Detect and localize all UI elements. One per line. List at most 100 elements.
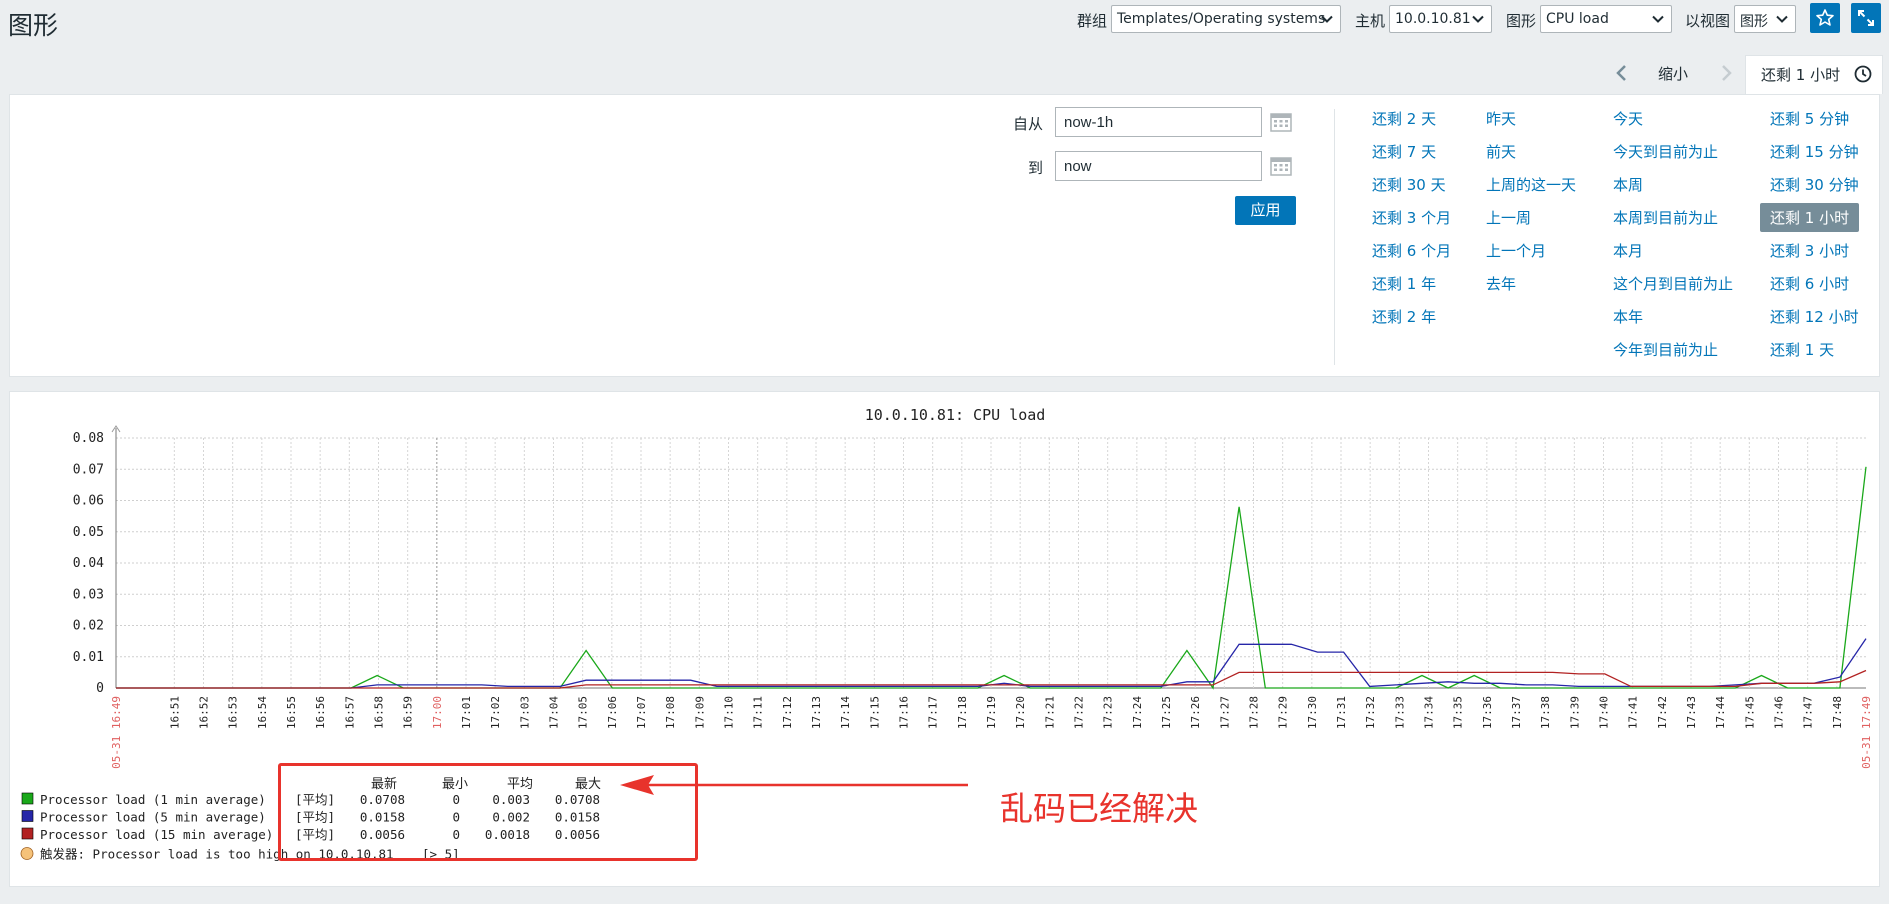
quick-link-0-3[interactable]: 还剩 3 个月 — [1372, 207, 1451, 228]
x-tick-label: 16:54 — [256, 696, 269, 729]
x-tick-label: 17:11 — [752, 696, 765, 729]
quick-link-2-7[interactable]: 今年到目前为止 — [1613, 339, 1718, 360]
quick-link-3-6[interactable]: 还剩 12 小时 — [1770, 306, 1859, 327]
x-tick-label: 17:00 — [431, 696, 444, 729]
quick-link-1-0[interactable]: 昨天 — [1486, 108, 1516, 129]
x-tick-label: 17:26 — [1189, 696, 1202, 729]
quick-link-3-1[interactable]: 还剩 15 分钟 — [1770, 141, 1859, 162]
chevron-down-icon — [1472, 15, 1484, 23]
x-tick-label: 16:59 — [402, 696, 415, 729]
x-tick-label: 17:45 — [1743, 696, 1756, 729]
quick-link-2-5[interactable]: 这个月到目前为止 — [1613, 273, 1733, 294]
legend-series-name: Processor load (5 min average) — [40, 810, 266, 825]
quick-link-3-4[interactable]: 还剩 3 小时 — [1770, 240, 1849, 261]
legend-series-name: Processor load (15 min average) — [40, 827, 273, 842]
annotation-arrow — [620, 775, 968, 795]
chart-title: 10.0.10.81: CPU load — [865, 406, 1046, 424]
favorite-button[interactable] — [1810, 3, 1840, 33]
x-tick-label: 17:27 — [1218, 696, 1231, 729]
quick-link-2-4[interactable]: 本月 — [1613, 240, 1643, 261]
from-input[interactable] — [1055, 107, 1262, 137]
x-tick-label: 17:30 — [1306, 696, 1319, 729]
time-navigation: 缩小 还剩 1 小时 — [0, 55, 1889, 94]
quick-link-3-3[interactable]: 还剩 1 小时 — [1760, 203, 1860, 232]
x-tick-label: 17:22 — [1073, 696, 1086, 729]
graph-label: 图形 — [1506, 12, 1537, 30]
host-label: 主机 — [1355, 12, 1386, 30]
quick-link-3-7[interactable]: 还剩 1 天 — [1770, 339, 1834, 360]
x-tick-label: 17:31 — [1335, 696, 1348, 729]
quick-link-2-0[interactable]: 今天 — [1613, 108, 1643, 129]
group-label: 群组 — [1077, 12, 1108, 30]
quick-link-2-6[interactable]: 本年 — [1613, 306, 1643, 327]
calendar-icon[interactable] — [1269, 111, 1293, 133]
chevron-right-icon[interactable] — [1716, 63, 1736, 83]
zoom-out-button[interactable]: 缩小 — [1658, 63, 1688, 84]
quick-link-2-3[interactable]: 本周到目前为止 — [1613, 207, 1718, 228]
chevron-down-icon — [1776, 15, 1788, 23]
from-label: 自从 — [1013, 115, 1044, 133]
x-tick-label: 17:42 — [1656, 696, 1669, 729]
x-tick-label: 17:14 — [839, 696, 852, 729]
quick-link-1-2[interactable]: 上周的这一天 — [1486, 174, 1576, 195]
x-tick-label: 16:52 — [198, 696, 211, 729]
x-tick-label: 17:35 — [1452, 696, 1465, 729]
x-tick-label: 17:04 — [548, 696, 561, 729]
y-tick-label: 0.05 — [73, 525, 104, 540]
x-tick-label: 17:21 — [1043, 696, 1056, 729]
page-header: 图形 群组 Templates/Operating systems 主机 10.… — [0, 0, 1889, 44]
quick-link-1-1[interactable]: 前天 — [1486, 141, 1516, 162]
x-tick-label: 17:39 — [1568, 696, 1581, 729]
x-tick-label: 17:19 — [985, 696, 998, 729]
calendar-icon[interactable] — [1269, 155, 1293, 177]
x-tick-label: 17:03 — [518, 696, 531, 729]
x-tick-label: 17:41 — [1627, 696, 1640, 729]
quick-link-0-6[interactable]: 还剩 2 年 — [1372, 306, 1436, 327]
quick-link-0-2[interactable]: 还剩 30 天 — [1372, 174, 1446, 195]
quick-link-0-0[interactable]: 还剩 2 天 — [1372, 108, 1436, 129]
quick-link-3-5[interactable]: 还剩 6 小时 — [1770, 273, 1849, 294]
x-tick-label: 17:15 — [868, 696, 881, 729]
quick-link-0-1[interactable]: 还剩 7 天 — [1372, 141, 1436, 162]
x-tick-label: 17:10 — [723, 696, 736, 729]
chevron-down-icon — [1652, 15, 1664, 23]
x-tick-label: 17:18 — [956, 696, 969, 729]
group-select[interactable]: Templates/Operating systems — [1111, 5, 1341, 33]
quick-link-2-1[interactable]: 今天到目前为止 — [1613, 141, 1718, 162]
tab-time-range[interactable]: 还剩 1 小时 — [1745, 55, 1883, 94]
y-tick-label: 0.01 — [73, 650, 104, 665]
graph-select[interactable]: CPU load — [1540, 5, 1672, 33]
x-tick-label: 17:12 — [781, 696, 794, 729]
chevron-left-icon[interactable] — [1612, 63, 1632, 83]
x-tick-label: 17:09 — [693, 696, 706, 729]
quick-link-1-3[interactable]: 上一周 — [1486, 207, 1531, 228]
y-tick-label: 0.04 — [73, 556, 104, 571]
clock-icon — [1854, 65, 1872, 83]
quick-link-1-5[interactable]: 去年 — [1486, 273, 1516, 294]
quick-link-2-2[interactable]: 本周 — [1613, 174, 1643, 195]
apply-button[interactable]: 应用 — [1235, 196, 1296, 225]
x-tick-label: 17:47 — [1802, 696, 1815, 729]
group-select-value: Templates/Operating systems — [1117, 11, 1326, 27]
host-select[interactable]: 10.0.10.81 — [1389, 5, 1492, 33]
quick-link-3-2[interactable]: 还剩 30 分钟 — [1770, 174, 1859, 195]
trigger-icon — [20, 847, 34, 860]
quick-link-3-0[interactable]: 还剩 5 分钟 — [1770, 108, 1849, 129]
view-select[interactable]: 图形 — [1734, 5, 1796, 33]
quick-link-1-4[interactable]: 上一个月 — [1486, 240, 1546, 261]
chevron-down-icon — [1321, 15, 1333, 23]
quick-link-0-5[interactable]: 还剩 1 年 — [1372, 273, 1436, 294]
quick-link-0-4[interactable]: 还剩 6 个月 — [1372, 240, 1451, 261]
x-tick-label: 17:44 — [1714, 696, 1727, 729]
x-end-label: 05-31 17:49 — [1860, 696, 1873, 769]
x-tick-label: 17:25 — [1160, 696, 1173, 729]
legend-swatch — [21, 827, 34, 840]
x-tick-label: 17:40 — [1598, 696, 1611, 729]
view-label: 以视图 — [1685, 12, 1731, 30]
fullscreen-button[interactable] — [1851, 3, 1881, 33]
to-input[interactable] — [1055, 151, 1262, 181]
legend-series-name: Processor load (1 min average) — [40, 792, 266, 807]
x-tick-label: 16:56 — [314, 696, 327, 729]
y-tick-label: 0 — [96, 681, 104, 696]
x-tick-label: 17:46 — [1773, 696, 1786, 729]
